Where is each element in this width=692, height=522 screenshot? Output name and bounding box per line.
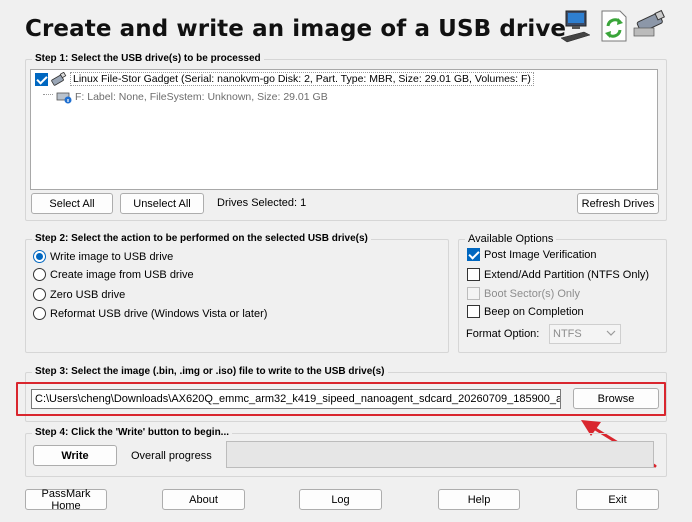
drive-row[interactable]: Linux File-Stor Gadget (Serial: nanokvm-… [35, 72, 534, 86]
step4-legend: Step 4: Click the 'Write' button to begi… [32, 427, 233, 438]
passmark-home-button[interactable]: PassMark Home [25, 488, 107, 512]
action-create-option[interactable]: Create image from USB drive [33, 268, 194, 281]
page-title: Create and write an image of a USB drive [25, 16, 567, 42]
exit-button[interactable]: Exit [576, 489, 659, 510]
help-button[interactable]: Help [438, 489, 520, 510]
refresh-document-icon [601, 10, 627, 42]
about-button[interactable]: About [162, 489, 245, 510]
step3-legend: Step 3: Select the image (.bin, .img or … [32, 366, 388, 377]
drives-selected-count: Drives Selected: 1 [217, 197, 307, 209]
post-verify-checkbox[interactable] [467, 248, 480, 261]
beep-option[interactable]: Beep on Completion [467, 305, 584, 318]
zero-radio[interactable] [33, 288, 46, 301]
drive-list[interactable]: Linux File-Stor Gadget (Serial: nanokvm-… [30, 69, 658, 190]
annotation-highlight-box [16, 382, 666, 416]
unselect-all-button[interactable]: Unselect All [120, 193, 204, 214]
action-write-option[interactable]: Write image to USB drive [33, 250, 173, 263]
overall-progress-label: Overall progress [131, 450, 212, 462]
tree-connector [43, 93, 53, 95]
computer-icon [560, 10, 591, 43]
post-verify-option[interactable]: Post Image Verification [467, 248, 597, 261]
write-button[interactable]: Write [33, 445, 117, 466]
step1-legend: Step 1: Select the USB drive(s) to be pr… [32, 53, 264, 64]
action-reformat-option[interactable]: Reformat USB drive (Windows Vista or lat… [33, 307, 267, 320]
format-option-select: NTFS [549, 324, 621, 344]
chevron-down-icon [606, 330, 616, 336]
step2-legend: Step 2: Select the action to be performe… [32, 233, 371, 244]
drive-label: Linux File-Stor Gadget (Serial: nanokvm-… [70, 72, 534, 86]
action-zero-option[interactable]: Zero USB drive [33, 288, 125, 301]
available-options-legend: Available Options [465, 233, 557, 245]
refresh-drives-button[interactable]: Refresh Drives [577, 193, 659, 214]
usb-drive-icon [633, 9, 665, 37]
create-radio[interactable] [33, 268, 46, 281]
boot-sector-checkbox [467, 287, 480, 300]
header-icons [558, 8, 668, 44]
overall-progress-bar [226, 441, 654, 468]
volume-info-icon [56, 92, 72, 104]
volume-label: F: Label: None, FileSystem: Unknown, Siz… [75, 91, 328, 103]
beep-checkbox[interactable] [467, 305, 480, 318]
select-all-button[interactable]: Select All [31, 193, 113, 214]
extend-partition-checkbox[interactable] [467, 268, 480, 281]
extend-partition-option[interactable]: Extend/Add Partition (NTFS Only) [467, 268, 649, 281]
format-option-label: Format Option: [466, 328, 540, 340]
usb-stick-icon [51, 72, 67, 86]
write-radio[interactable] [33, 250, 46, 263]
drive-checkbox[interactable] [35, 72, 48, 86]
log-button[interactable]: Log [299, 489, 382, 510]
reformat-radio[interactable] [33, 307, 46, 320]
boot-sector-option: Boot Sector(s) Only [467, 287, 580, 300]
volume-row[interactable]: F: Label: None, FileSystem: Unknown, Siz… [43, 90, 328, 104]
